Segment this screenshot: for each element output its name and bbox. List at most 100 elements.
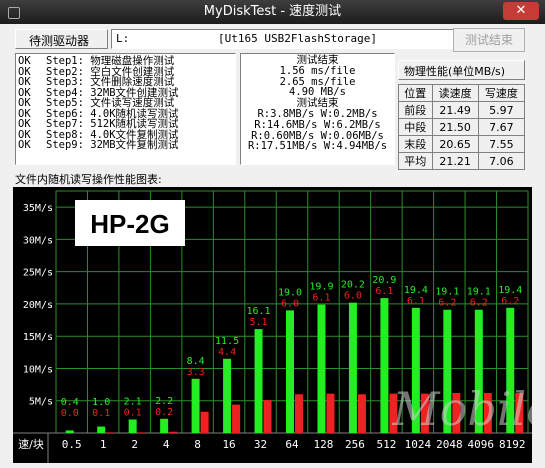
- overlay-label: HP-2G: [90, 209, 169, 239]
- y-tick-label: 25M/s: [23, 268, 53, 279]
- perf-cell: 7.06: [477, 152, 526, 170]
- read-value-label: 19.0: [278, 287, 302, 298]
- table-row: 末段 20.65 7.55: [398, 135, 526, 153]
- write-bar: [357, 394, 366, 433]
- write-value-label: 4.4: [218, 347, 236, 358]
- write-value-label: 5.1: [250, 317, 268, 328]
- drive-name: [Ut165 USB2FlashStorage]: [218, 32, 377, 45]
- read-value-label: 20.9: [372, 275, 396, 286]
- read-bar: [128, 419, 137, 433]
- table-row: 前段 21.49 5.97: [398, 101, 526, 119]
- x-tick-label: 8192: [499, 438, 526, 451]
- steps-status-list: OK OK OK OK OK OK OK OK OK: [18, 56, 31, 151]
- perf-cell: 末段: [398, 135, 433, 153]
- step-text: Step9: 32MB文件复制测试: [46, 139, 179, 151]
- write-bar: [232, 404, 241, 433]
- perf-cell: 7.55: [477, 135, 526, 153]
- write-bar: [326, 393, 335, 433]
- write-bar: [263, 400, 272, 433]
- write-value-label: 6.1: [312, 293, 330, 304]
- drive-label-box: 待测驱动器: [15, 29, 108, 49]
- read-bar: [380, 298, 389, 433]
- y-tick-label: 20M/s: [23, 300, 53, 311]
- perf-cell: 5.97: [477, 101, 526, 119]
- y-tick-label: 15M/s: [23, 332, 53, 343]
- read-value-label: 2.2: [155, 396, 173, 407]
- window-menu-icon[interactable]: [8, 7, 20, 19]
- bar-chart: 5M/s 10M/s 15M/s 20M/s 25M/s 30M/s 35M/s 速/块 0.4…: [13, 187, 532, 463]
- x-tick-label: 32: [254, 438, 267, 451]
- results-panel: 测试结束 1.56 ms/file 2.65 ms/file 4.90 MB/s 测试结…: [240, 53, 395, 165]
- read-bar: [317, 304, 326, 433]
- write-value-label: 0.1: [124, 407, 142, 418]
- step-status: OK: [18, 76, 31, 88]
- x-tick-label: 256: [345, 438, 365, 451]
- result-line: 1.56 ms/file: [279, 64, 356, 77]
- app-window: MyDiskTest - 速度测试 ✕ 待测驱动器 L: [Ut165 USB2…: [0, 0, 545, 468]
- read-bar: [97, 426, 106, 433]
- write-value-label: 6.2: [501, 296, 519, 307]
- steps-text-list: Step1: 物理磁盘操作测试 Step2: 空白文件创建测试 Step3: 文件删…: [46, 56, 179, 151]
- x-tick-label: 8: [194, 438, 201, 451]
- write-value-label: 0.1: [92, 408, 110, 419]
- read-value-label: 8.4: [187, 356, 205, 367]
- perf-header-box: 物理性能(单位MB/s): [398, 60, 525, 80]
- read-bar: [223, 358, 232, 433]
- perf-cell: 21.21: [431, 152, 479, 170]
- window-title: MyDiskTest - 速度测试: [203, 4, 342, 19]
- perf-col-header: 写速度: [477, 84, 526, 102]
- chart-svg: 5M/s 10M/s 15M/s 20M/s 25M/s 30M/s 35M/s 速/块 0.4…: [13, 190, 532, 463]
- result-line: R:14.6MB/s W:6.2MB/s: [254, 118, 381, 131]
- step-status: OK: [18, 97, 31, 109]
- x-tick-label: 16: [222, 438, 235, 451]
- step-status: OK: [18, 118, 31, 130]
- read-value-label: 1.0: [92, 397, 110, 408]
- read-value-label: 0.4: [61, 397, 79, 408]
- x-tick-label: 4: [163, 438, 170, 451]
- write-value-label: 0.0: [61, 408, 79, 419]
- result-line: R:17.51MB/s W:4.94MB/s: [247, 140, 388, 153]
- read-bar: [286, 310, 294, 433]
- step-status: OK: [18, 139, 31, 151]
- y-tick-label: 5M/s: [29, 397, 53, 408]
- perf-table: 位置 读速度 写速度 前段 21.49 5.97 中段 21.50 7.67 末…: [398, 84, 526, 170]
- read-value-label: 19.4: [498, 285, 522, 296]
- write-value-label: 6.1: [375, 286, 393, 297]
- x-tick-label: 64: [285, 438, 299, 451]
- x-tick-label: 1: [100, 438, 107, 451]
- step-text: Step7: 512K随机读写测试: [46, 118, 179, 130]
- x-tick-label: 512: [376, 438, 396, 451]
- perf-cell: 20.65: [431, 135, 479, 153]
- read-value-label: 19.4: [404, 285, 428, 296]
- perf-cell: 中段: [398, 118, 433, 136]
- steps-panel: OK OK OK OK OK OK OK OK OK Step1: 物理磁盘操作测试 Step2:…: [15, 53, 236, 165]
- write-bar: [169, 431, 178, 433]
- x-tick-label: 128: [314, 438, 334, 451]
- write-value-label: 6.2: [470, 298, 488, 309]
- read-value-label: 19.1: [467, 287, 491, 298]
- y-tick-label: 35M/s: [23, 203, 53, 214]
- test-button[interactable]: 测试结束: [453, 28, 525, 52]
- read-bar: [191, 378, 200, 433]
- write-bar: [137, 432, 146, 433]
- title-bar: MyDiskTest - 速度测试 ✕: [0, 0, 545, 24]
- perf-cell: 21.49: [431, 101, 479, 119]
- read-value-label: 20.2: [341, 280, 365, 291]
- read-value-label: 19.1: [435, 287, 459, 298]
- write-bar: [200, 411, 209, 433]
- x-tick-label: 4096: [468, 438, 495, 451]
- drive-label: 待测驱动器: [29, 34, 90, 48]
- table-row: 平均 21.21 7.06: [398, 152, 526, 170]
- perf-cell: 21.50: [431, 118, 479, 136]
- x-tick-label: 2048: [436, 438, 463, 451]
- read-bar: [254, 329, 263, 433]
- x-axis-label: 速/块: [18, 438, 44, 451]
- drive-letter: L:: [116, 32, 130, 45]
- step-text: Step5: 文件读写速度测试: [46, 97, 175, 109]
- perf-col-header: 位置: [398, 84, 433, 102]
- close-button[interactable]: ✕: [503, 2, 539, 20]
- table-row: 中段 21.50 7.67: [398, 118, 526, 136]
- read-value-label: 2.1: [124, 396, 142, 407]
- perf-cell: 7.67: [477, 118, 526, 136]
- step-text: Step3: 文件删除速度测试: [46, 76, 175, 88]
